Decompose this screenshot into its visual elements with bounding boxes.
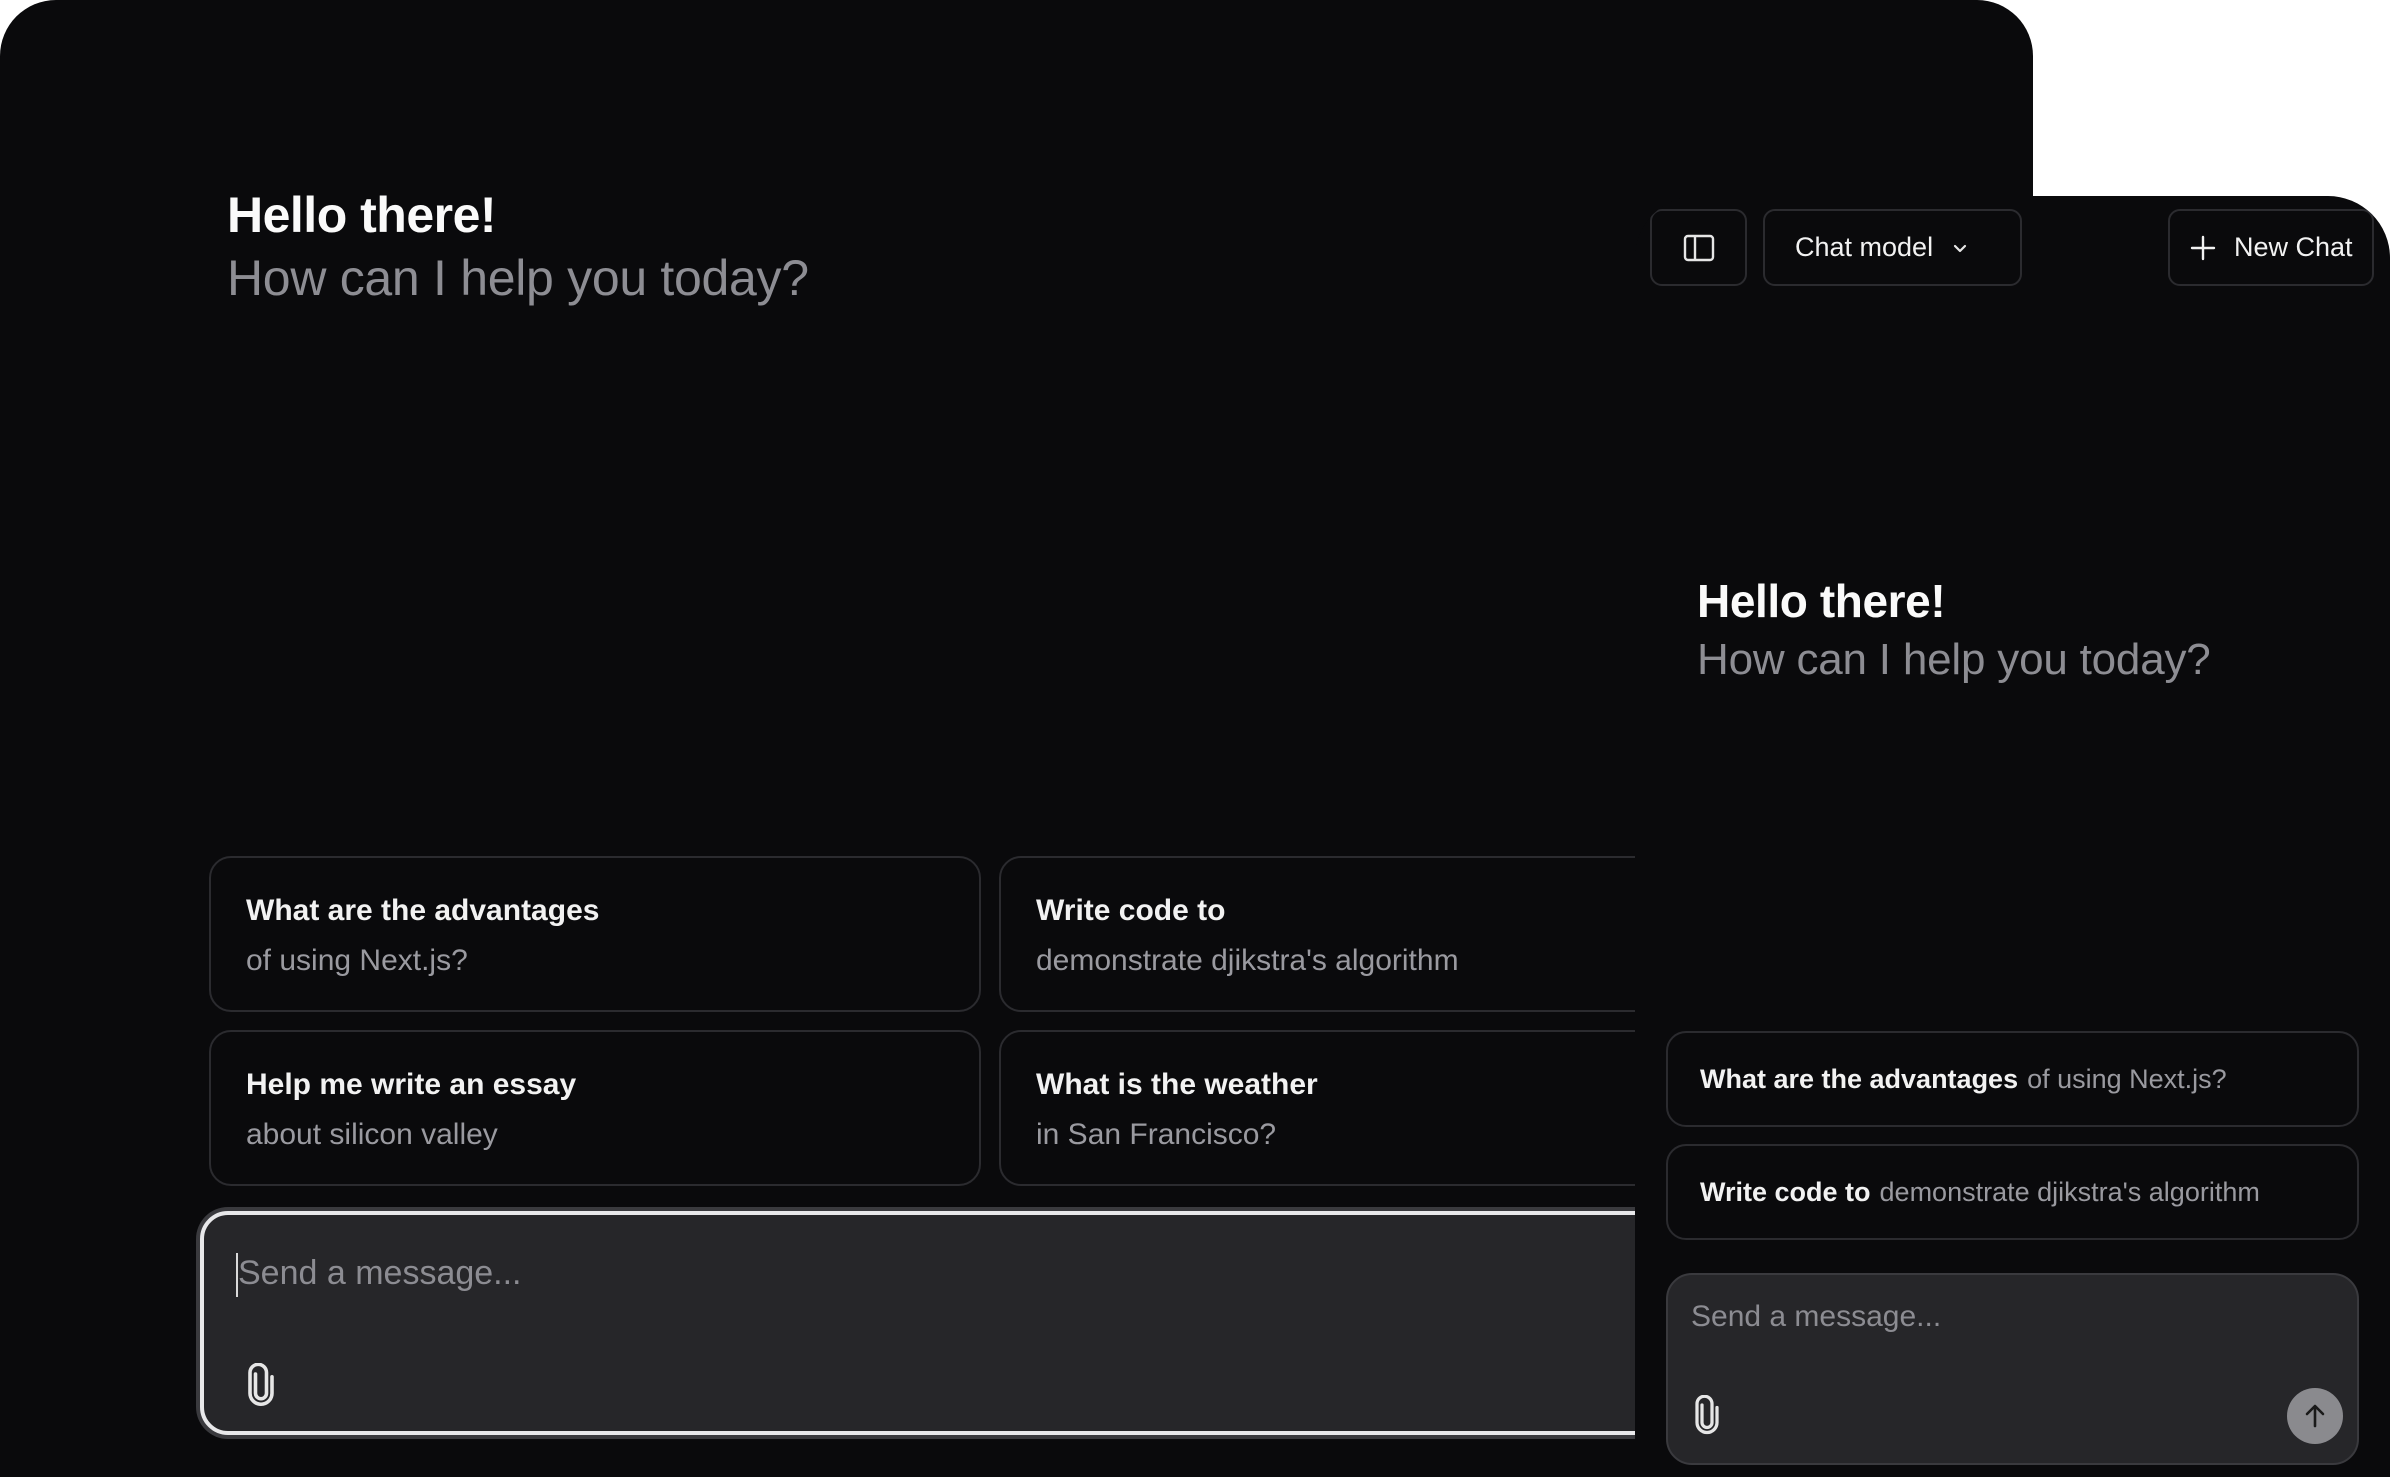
plus-icon xyxy=(2190,235,2216,260)
message-input-placeholder[interactable]: Send a message... xyxy=(1691,1297,1941,1337)
desktop-greeting: Hello there! How can I help you today? xyxy=(227,185,809,311)
suggestion-card-essay[interactable]: Help me write an essay about silicon val… xyxy=(209,1030,981,1186)
mobile-greeting-subtitle: How can I help you today? xyxy=(1697,635,2211,684)
send-button[interactable] xyxy=(2287,1388,2343,1444)
desktop-greeting-title: Hello there! xyxy=(227,187,497,243)
message-input-placeholder[interactable]: Send a message... xyxy=(238,1251,522,1295)
mobile-suggestion-djikstra[interactable]: Write code to demonstrate djikstra's alg… xyxy=(1666,1144,2359,1240)
suggestion-card-nextjs[interactable]: What are the advantages of using Next.js… xyxy=(209,856,981,1012)
sidebar-icon xyxy=(1683,234,1714,261)
suggestion-subtitle: of using Next.js? xyxy=(2027,1063,2227,1094)
suggestion-title: Help me write an essay xyxy=(246,1068,577,1101)
suggestion-title: Write code to xyxy=(1700,1176,1871,1207)
model-selector-button[interactable]: Chat model xyxy=(1763,209,2022,286)
mobile-greeting: Hello there! How can I help you today? xyxy=(1697,573,2211,691)
suggestion-title: What are the advantages xyxy=(1700,1063,2019,1094)
mobile-message-composer[interactable]: Send a message... xyxy=(1666,1273,2359,1465)
paperclip-icon[interactable] xyxy=(244,1363,278,1407)
suggestion-title: What are the advantages xyxy=(246,894,600,927)
suggestion-subtitle: of using Next.js? xyxy=(246,944,468,977)
mobile-greeting-title: Hello there! xyxy=(1697,575,1946,627)
new-chat-button[interactable]: New Chat xyxy=(2168,209,2374,286)
sidebar-toggle-button[interactable] xyxy=(1650,209,1747,286)
suggestion-subtitle: demonstrate djikstra's algorithm xyxy=(1879,1176,2260,1207)
new-chat-label: New Chat xyxy=(2234,232,2353,262)
model-selector-label: Chat model xyxy=(1795,232,1934,262)
arrow-up-icon xyxy=(2305,1404,2325,1428)
suggestion-subtitle: about silicon valley xyxy=(246,1118,498,1151)
paperclip-icon[interactable] xyxy=(1692,1395,1722,1435)
desktop-greeting-subtitle: How can I help you today? xyxy=(227,250,809,306)
mobile-chat-panel: Chat model New Chat Hello there! How can… xyxy=(1635,196,2390,1477)
chevron-down-icon xyxy=(1953,244,1967,252)
mobile-suggestion-nextjs[interactable]: What are the advantages of using Next.js… xyxy=(1666,1031,2359,1127)
